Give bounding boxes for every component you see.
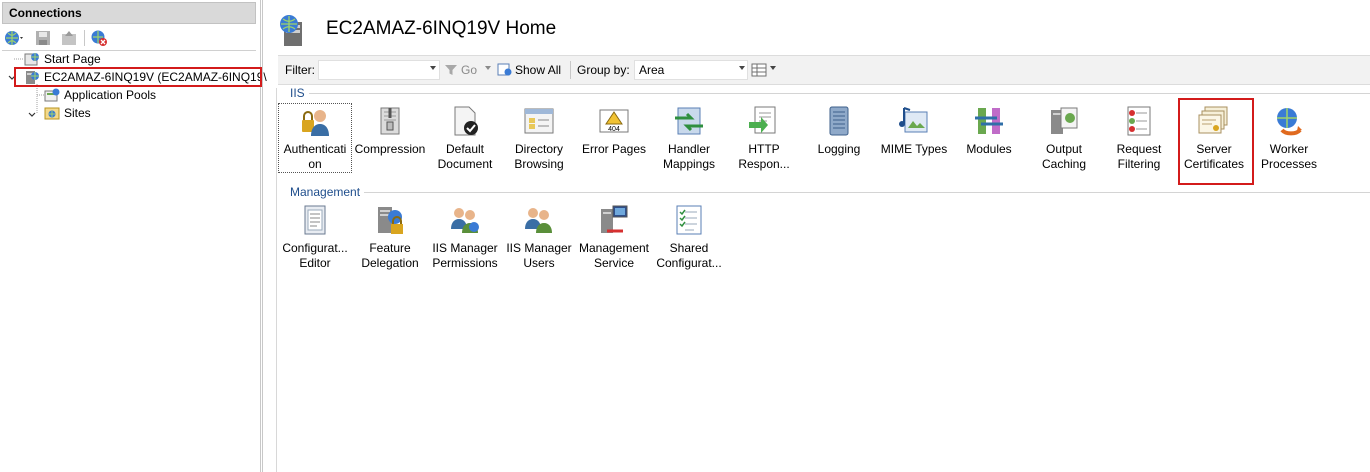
feature-logging[interactable]: Logging: [803, 104, 875, 157]
error-pages-icon: 404: [597, 104, 631, 138]
feature-label: IIS Manager Users: [506, 241, 572, 270]
chevron-down-icon[interactable]: [485, 66, 491, 70]
feature-label: Worker Processes: [1260, 142, 1318, 171]
up-icon[interactable]: [60, 29, 78, 47]
feature-label: HTTP Respon...: [738, 142, 790, 171]
default-document-icon: [448, 104, 482, 138]
feature-label: Request Filtering: [1116, 142, 1162, 171]
feature-label: Directory Browsing: [514, 142, 564, 171]
connections-title: Connections: [2, 2, 256, 24]
group-divider: [290, 192, 1370, 193]
toolbar-separator: [84, 30, 85, 46]
directory-browsing-icon: [522, 104, 556, 138]
feature-label: Compression: [354, 142, 426, 156]
connections-pane: Connections Start Page EC2AMAZ-6INQ19V (…: [0, 0, 267, 472]
app-pools-icon: [44, 87, 60, 103]
page-title: EC2AMAZ-6INQ19V Home: [326, 18, 557, 39]
feature-authentication[interactable]: Authenticati on: [278, 103, 352, 173]
worker-processes-icon: [1272, 104, 1306, 138]
configuration-editor-icon: [298, 203, 332, 237]
feature-label: Logging: [817, 142, 861, 156]
show-all-icon: [497, 63, 513, 80]
content-divider: [276, 88, 277, 472]
start-page-icon: [24, 51, 40, 67]
tree-item-label: Application Pools: [64, 88, 157, 102]
iis-manager-permissions-icon: [448, 203, 482, 237]
feature-handler-mappings[interactable]: Handler Mappings: [653, 104, 725, 172]
logging-icon: [822, 104, 856, 138]
server-certificates-highlight-box: [1178, 98, 1254, 185]
svg-text:404: 404: [608, 126, 620, 133]
iis-manager-users-icon: [522, 203, 556, 237]
feature-label: Default Document: [437, 142, 493, 171]
feature-label: Configurat... Editor: [282, 241, 348, 270]
feature-request-filtering[interactable]: Request Filtering: [1103, 104, 1175, 172]
disconnect-icon[interactable]: [90, 29, 108, 47]
feature-configuration-editor[interactable]: Configurat... Editor: [279, 203, 351, 271]
connections-toolbar: [2, 26, 256, 51]
feature-error-pages[interactable]: 404 Error Pages: [578, 104, 650, 157]
server-highlight-box: [14, 67, 262, 87]
feature-label: Shared Configurat...: [656, 241, 722, 270]
compression-icon: [373, 104, 407, 138]
feature-iis-manager-users[interactable]: IIS Manager Users: [503, 203, 575, 271]
tree-item-label: Start Page: [44, 52, 101, 66]
shared-configuration-icon: [672, 203, 706, 237]
feature-default-document[interactable]: Default Document: [429, 104, 501, 172]
feature-output-caching[interactable]: Output Caching: [1028, 104, 1100, 172]
filter-input[interactable]: [318, 60, 440, 80]
feature-compression[interactable]: Compression: [354, 104, 426, 157]
feature-mime-types[interactable]: MIME Types: [878, 104, 950, 157]
feature-management-service[interactable]: Management Service: [578, 203, 650, 271]
modules-icon: [972, 104, 1006, 138]
feature-feature-delegation[interactable]: Feature Delegation: [354, 203, 426, 271]
chevron-down-icon[interactable]: [739, 66, 745, 70]
toolbar-separator: [570, 61, 571, 79]
feature-directory-browsing[interactable]: Directory Browsing: [503, 104, 575, 172]
tree-item-label: Sites: [64, 106, 91, 120]
feature-label: Error Pages: [581, 142, 647, 156]
feature-label: IIS Manager Permissions: [432, 241, 498, 270]
group-divider: [290, 93, 1370, 94]
feature-http-response[interactable]: HTTP Respon...: [728, 104, 800, 172]
feature-label: Management Service: [578, 241, 650, 270]
go-button[interactable]: Go: [461, 56, 477, 84]
feature-label: Output Caching: [1041, 142, 1087, 171]
management-service-icon: [597, 203, 631, 237]
feature-delegation-icon: [373, 203, 407, 237]
chevron-down-icon[interactable]: [770, 66, 776, 70]
group-by-label: Group by:: [577, 63, 630, 77]
server-header-icon: [278, 14, 308, 48]
feature-iis-manager-permissions[interactable]: IIS Manager Permissions: [429, 203, 501, 271]
mime-types-icon: [897, 104, 931, 138]
pane-splitter[interactable]: [262, 0, 263, 472]
funnel-icon: [444, 63, 458, 80]
group-label-iis: IIS: [288, 86, 309, 100]
feature-label: Handler Mappings: [662, 142, 716, 171]
group-by-select[interactable]: Area: [634, 60, 748, 80]
filter-label: Filter:: [285, 63, 315, 77]
view-icon[interactable]: [751, 62, 767, 81]
sites-icon: [44, 105, 60, 121]
feature-modules[interactable]: Modules: [953, 104, 1025, 157]
feature-label: Feature Delegation: [361, 241, 419, 270]
save-icon[interactable]: [34, 29, 52, 47]
chevron-down-icon[interactable]: [430, 66, 436, 70]
feature-label: MIME Types: [880, 142, 948, 156]
chevron-down-icon[interactable]: [27, 109, 37, 123]
group-label-management: Management: [288, 185, 365, 199]
filter-bar: Filter: Go Show All Group by: Area: [278, 55, 1370, 85]
authentication-icon: [298, 104, 332, 138]
feature-shared-configuration[interactable]: Shared Configurat...: [653, 203, 725, 271]
output-caching-icon: [1047, 104, 1081, 138]
globe-connect-icon[interactable]: [4, 29, 23, 47]
show-all-button[interactable]: Show All: [515, 56, 561, 84]
feature-worker-processes[interactable]: Worker Processes: [1253, 104, 1325, 172]
feature-label: Modules: [966, 142, 1012, 156]
http-response-icon: [747, 104, 781, 138]
handler-mappings-icon: [672, 104, 706, 138]
feature-label: Authenticati on: [283, 142, 347, 171]
request-filtering-icon: [1122, 104, 1156, 138]
